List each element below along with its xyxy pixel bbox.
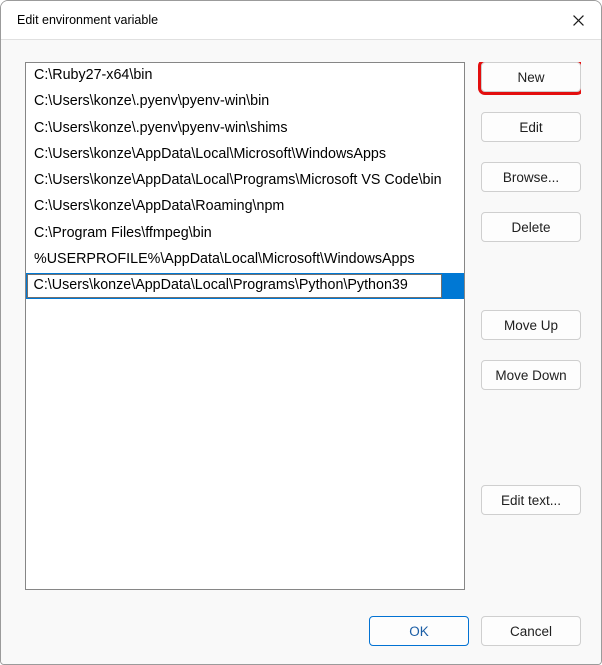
dialog-content: C:\Ruby27-x64\bin C:\Users\konze\.pyenv\…	[1, 39, 601, 664]
ok-button[interactable]: OK	[369, 616, 469, 646]
side-button-column: New Edit Browse... Delete Move Up Move D…	[481, 62, 581, 590]
move-up-button[interactable]: Move Up	[481, 310, 581, 340]
list-item[interactable]: C:\Users\konze\.pyenv\pyenv-win\shims	[26, 116, 464, 142]
window-title: Edit environment variable	[17, 13, 555, 27]
edit-button[interactable]: Edit	[481, 112, 581, 142]
list-item[interactable]: C:\Users\konze\AppData\Local\Microsoft\W…	[26, 142, 464, 168]
move-down-button[interactable]: Move Down	[481, 360, 581, 390]
path-edit-input[interactable]	[27, 274, 442, 298]
list-item[interactable]: C:\Users\konze\AppData\Roaming\npm	[26, 194, 464, 220]
list-item[interactable]: %USERPROFILE%\AppData\Local\Microsoft\Wi…	[26, 247, 464, 273]
dialog-window: Edit environment variable C:\Ruby27-x64\…	[0, 0, 602, 665]
path-listbox[interactable]: C:\Ruby27-x64\bin C:\Users\konze\.pyenv\…	[25, 62, 465, 590]
main-row: C:\Ruby27-x64\bin C:\Users\konze\.pyenv\…	[25, 62, 581, 590]
browse-button[interactable]: Browse...	[481, 162, 581, 192]
edit-text-button[interactable]: Edit text...	[481, 485, 581, 515]
spacer	[481, 262, 581, 290]
list-item-editing[interactable]	[26, 273, 464, 298]
list-item[interactable]: C:\Users\konze\.pyenv\pyenv-win\bin	[26, 89, 464, 115]
delete-button[interactable]: Delete	[481, 212, 581, 242]
list-item[interactable]: C:\Ruby27-x64\bin	[26, 63, 464, 89]
spacer	[481, 410, 581, 465]
titlebar: Edit environment variable	[1, 1, 601, 39]
footer-buttons: OK Cancel	[25, 590, 581, 646]
list-item[interactable]: C:\Program Files\ffmpeg\bin	[26, 221, 464, 247]
close-button[interactable]	[555, 1, 601, 39]
list-item[interactable]: C:\Users\konze\AppData\Local\Programs\Mi…	[26, 168, 464, 194]
close-icon	[573, 15, 584, 26]
new-button[interactable]: New	[481, 62, 581, 92]
cancel-button[interactable]: Cancel	[481, 616, 581, 646]
